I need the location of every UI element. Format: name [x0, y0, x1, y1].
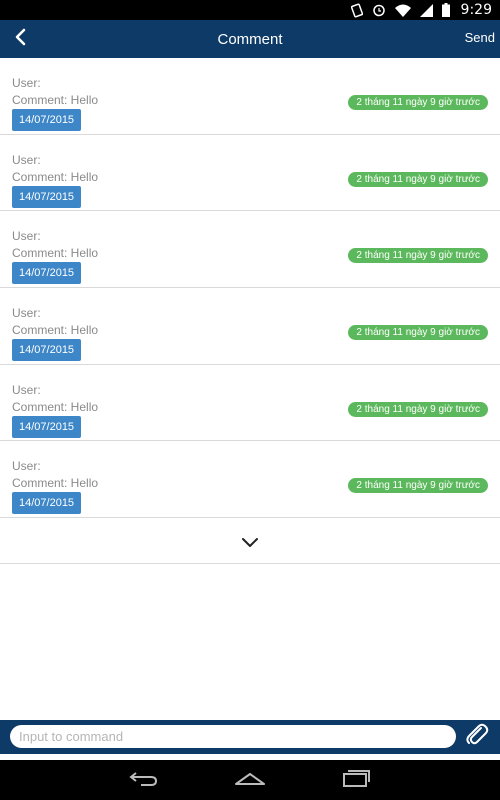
vibrate-icon — [350, 2, 363, 18]
load-more-button[interactable] — [0, 524, 500, 564]
comment-text: Comment: Hello — [12, 323, 99, 338]
comment-item[interactable]: User: Comment: Hello 14/07/2015 2 tháng … — [0, 441, 500, 519]
navigation-bar — [0, 760, 500, 800]
back-button[interactable] — [6, 25, 34, 53]
comment-item[interactable]: User: Comment: Hello 14/07/2015 2 tháng … — [0, 288, 500, 365]
comment-user: User: — [12, 76, 41, 90]
paperclip-icon — [464, 722, 490, 753]
date-badge: 14/07/2015 — [12, 492, 82, 515]
comment-user: User: — [12, 459, 41, 474]
signal-icon — [419, 2, 433, 18]
nav-home-icon — [234, 770, 266, 791]
wifi-icon — [394, 2, 411, 18]
send-button[interactable]: Send — [465, 30, 495, 45]
comment-user: User: — [12, 152, 41, 167]
clock-time: 9:29 — [460, 2, 492, 18]
comment-user: User: — [12, 382, 41, 397]
time-ago-badge: 2 tháng 11 ngày 9 giờ trước — [348, 401, 488, 417]
status-bar: 9:29 — [0, 0, 500, 20]
comment-text: Comment: Hello — [12, 246, 99, 261]
comment-user: User: — [12, 229, 41, 244]
comment-item[interactable]: User: Comment: Hello 14/07/2015 2 tháng … — [0, 211, 500, 289]
comment-text: Comment: Hello — [12, 93, 99, 107]
time-ago-badge: 2 tháng 11 ngày 9 giờ trước — [348, 95, 488, 110]
page-title: Comment — [217, 30, 283, 48]
comment-text: Comment: Hello — [12, 169, 99, 184]
attach-button[interactable] — [462, 722, 492, 752]
battery-icon — [441, 2, 450, 18]
time-ago-badge: 2 tháng 11 ngày 9 giờ trước — [348, 478, 488, 494]
time-ago-badge: 2 tháng 11 ngày 9 giờ trước — [348, 248, 488, 264]
nav-recents-button[interactable] — [336, 768, 376, 792]
nav-home-button[interactable] — [230, 768, 270, 792]
nav-back-icon — [129, 770, 159, 791]
comment-list: User: Comment: Hello 14/07/2015 2 tháng … — [0, 58, 500, 519]
back-icon — [13, 28, 27, 51]
date-badge: 14/07/2015 — [12, 109, 82, 131]
comment-item[interactable]: User: Comment: Hello 14/07/2015 2 tháng … — [0, 58, 500, 135]
time-ago-badge: 2 tháng 11 ngày 9 giờ trước — [348, 171, 488, 187]
nav-recents-icon — [342, 769, 370, 792]
comment-item[interactable]: User: Comment: Hello 14/07/2015 2 tháng … — [0, 135, 500, 212]
date-badge: 14/07/2015 — [12, 262, 82, 285]
command-input-bar — [0, 720, 500, 754]
command-input[interactable] — [10, 725, 456, 748]
app-header: Comment Send — [0, 20, 500, 58]
date-badge: 14/07/2015 — [12, 339, 82, 362]
comment-item[interactable]: User: Comment: Hello 14/07/2015 2 tháng … — [0, 365, 500, 442]
comment-text: Comment: Hello — [12, 476, 99, 491]
comment-user: User: — [12, 306, 41, 321]
time-ago-badge: 2 tháng 11 ngày 9 giờ trước — [348, 325, 488, 341]
date-badge: 14/07/2015 — [12, 185, 82, 208]
comment-text: Comment: Hello — [12, 399, 99, 414]
nav-back-button[interactable] — [124, 768, 164, 792]
date-badge: 14/07/2015 — [12, 415, 82, 438]
chevron-down-icon — [241, 535, 259, 553]
alarm-icon — [372, 2, 386, 18]
